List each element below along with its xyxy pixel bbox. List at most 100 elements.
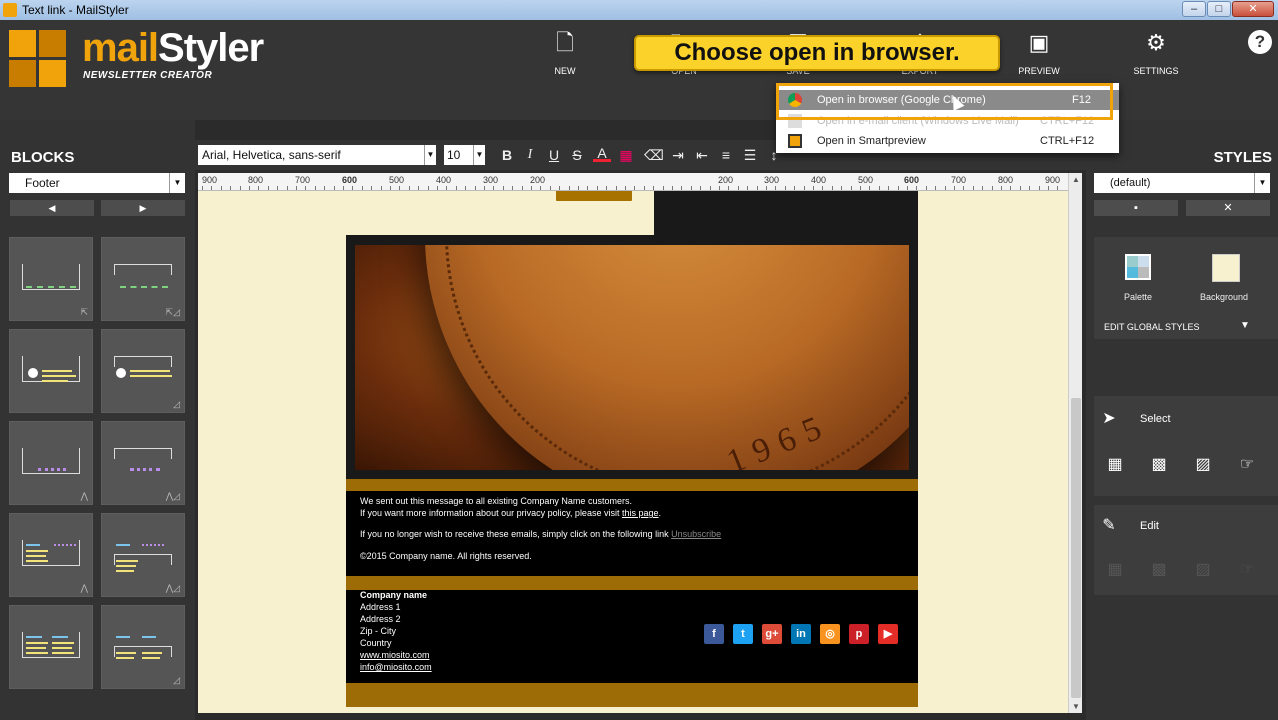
maximize-button[interactable]: □ xyxy=(1207,1,1231,17)
ruler-tick xyxy=(616,186,617,190)
font-family-select[interactable]: Arial, Helvetica, sans-serif ▼ xyxy=(198,145,436,165)
facebook-icon[interactable]: f xyxy=(704,624,724,644)
minimize-button[interactable]: – xyxy=(1182,1,1206,17)
email-canvas[interactable]: 1965 We sent out this message to all exi… xyxy=(198,191,1068,713)
close-button[interactable]: ✕ xyxy=(1232,1,1274,17)
settings-button[interactable]: ⚙ SETTINGS xyxy=(1120,28,1192,84)
menu-item-open-smartpreview[interactable]: Open in Smartpreview CTRL+F12 xyxy=(776,131,1119,151)
select-image-icon[interactable]: ▨ xyxy=(1192,454,1214,474)
ruler-tick xyxy=(804,186,805,190)
ruler-tick xyxy=(493,186,494,190)
scroll-down-icon[interactable]: ▼ xyxy=(1069,702,1083,711)
select-cell-icon[interactable]: ▩ xyxy=(1148,454,1170,474)
email-link[interactable]: info@miosito.com xyxy=(360,662,432,672)
ruler-tick xyxy=(475,186,476,190)
ruler-tick xyxy=(465,186,466,190)
outdent-icon[interactable]: ⇤ xyxy=(693,145,711,165)
new-button[interactable]: 🗋 NEW xyxy=(529,28,601,84)
ruler-tick xyxy=(851,186,852,190)
bulleted-list-icon[interactable]: ☰ xyxy=(741,145,759,165)
footer-address-block[interactable]: Company name Address 1 Address 2 Zip - C… xyxy=(346,590,918,683)
numbered-list-icon[interactable]: ≡ xyxy=(717,145,735,165)
website-link[interactable]: www.miosito.com xyxy=(360,650,430,660)
ruler-label: 900 xyxy=(1045,175,1061,185)
eraser-icon[interactable]: ⌫ xyxy=(644,145,664,165)
pinterest-icon[interactable]: p xyxy=(849,624,869,644)
block-tile[interactable]: ⋀ xyxy=(9,513,93,597)
edit-global-styles-toggle[interactable]: EDIT GLOBAL STYLES xyxy=(1104,322,1200,332)
strikethrough-icon[interactable]: S xyxy=(568,145,586,165)
underline-icon[interactable]: U xyxy=(545,145,563,165)
scroll-thumb[interactable] xyxy=(1071,398,1081,698)
block-tile[interactable]: ⋀ xyxy=(9,421,93,505)
blocks-next-button[interactable]: ▶ xyxy=(101,200,185,216)
youtube-icon[interactable]: ▶ xyxy=(878,624,898,644)
ruler-tick xyxy=(1001,186,1002,190)
footer-bottom-bar xyxy=(346,683,918,707)
privacy-link[interactable]: this page xyxy=(622,508,659,518)
ruler-label: 700 xyxy=(951,175,967,185)
canvas-scrollbar[interactable]: ▲ ▼ xyxy=(1068,173,1082,713)
preview-icon: ▣ xyxy=(1028,30,1050,55)
palette-icon[interactable] xyxy=(1125,254,1151,280)
footer-text-block[interactable]: We sent out this message to all existing… xyxy=(346,491,918,576)
save-style-button[interactable]: ▪ xyxy=(1094,200,1178,216)
edit-cell-icon: ▩ xyxy=(1151,561,1167,578)
title-bar: Text link - MailStyler – □ ✕ xyxy=(0,0,1278,20)
ruler-label: 700 xyxy=(295,175,311,185)
header-button[interactable] xyxy=(556,191,632,201)
chevron-down-icon[interactable]: ▼ xyxy=(1240,320,1250,331)
ruler-tick xyxy=(409,186,410,190)
delete-style-button[interactable]: ✕ xyxy=(1186,200,1270,216)
pencil-icon[interactable]: ✎ xyxy=(1098,515,1120,535)
hero-top-border xyxy=(346,235,656,241)
external-icon: ⇱ xyxy=(80,307,88,317)
ruler-tick xyxy=(531,186,532,190)
ruler-label: 300 xyxy=(483,175,499,185)
block-tile[interactable]: ◿ xyxy=(101,605,185,689)
zip-city: Zip - City xyxy=(360,626,396,636)
block-tile[interactable]: ⋀◿ xyxy=(101,513,185,597)
highlight-color-icon[interactable]: ▦ xyxy=(617,145,635,165)
block-tile[interactable]: ⇱◿ xyxy=(101,237,185,321)
ruler-tick xyxy=(869,186,870,190)
text-color-icon[interactable]: A xyxy=(593,145,611,162)
blocks-title: BLOCKS xyxy=(11,149,75,166)
edit-tools-box: ✎ Edit ▦ ▩ ▨ ☞ xyxy=(1094,505,1278,595)
blocks-prev-button[interactable]: ◀ xyxy=(10,200,94,216)
block-category-select[interactable]: Footer ▼ xyxy=(9,173,185,193)
address-1: Address 1 xyxy=(360,602,401,612)
ruler-tick xyxy=(550,186,551,190)
edit-label: Edit xyxy=(1140,520,1159,532)
font-size-select[interactable]: 10 ▼ xyxy=(444,145,485,165)
twitter-icon[interactable]: t xyxy=(733,624,753,644)
ruler-label: 900 xyxy=(202,175,218,185)
footer-line-2: If you want more information about our p… xyxy=(360,508,662,518)
block-tile[interactable]: ⋀◿ xyxy=(101,421,185,505)
ruler-tick xyxy=(710,186,711,190)
scroll-up-icon[interactable]: ▲ xyxy=(1069,175,1083,184)
googleplus-icon[interactable]: g+ xyxy=(762,624,782,644)
ruler-tick xyxy=(315,186,316,190)
rss-icon[interactable]: ◎ xyxy=(820,624,840,644)
pointer-icon[interactable]: ➤ xyxy=(1098,408,1120,428)
block-tile[interactable]: ◿ xyxy=(101,329,185,413)
preview-button[interactable]: ▣ PREVIEW xyxy=(1003,28,1075,84)
chevron-down-icon: ▼ xyxy=(424,145,436,165)
indent-icon[interactable]: ⇥ xyxy=(669,145,687,165)
block-tile[interactable] xyxy=(9,605,93,689)
hero-coin-image[interactable]: 1965 xyxy=(355,245,909,470)
help-button[interactable]: ? xyxy=(1248,30,1272,54)
bold-icon[interactable]: B xyxy=(498,145,516,165)
select-button-icon[interactable]: ☞ xyxy=(1236,454,1258,474)
style-preset-select[interactable]: (default) ▼ xyxy=(1094,173,1270,193)
italic-icon[interactable]: I xyxy=(521,145,539,165)
linkedin-icon[interactable]: in xyxy=(791,624,811,644)
ruler-tick xyxy=(503,186,504,190)
ruler-tick xyxy=(352,186,353,190)
select-structure-icon[interactable]: ▦ xyxy=(1104,454,1126,474)
background-color-icon[interactable] xyxy=(1212,254,1240,282)
block-tile[interactable] xyxy=(9,329,93,413)
unsubscribe-link[interactable]: Unsubscribe xyxy=(671,529,721,539)
block-tile[interactable]: ⇱ xyxy=(9,237,93,321)
